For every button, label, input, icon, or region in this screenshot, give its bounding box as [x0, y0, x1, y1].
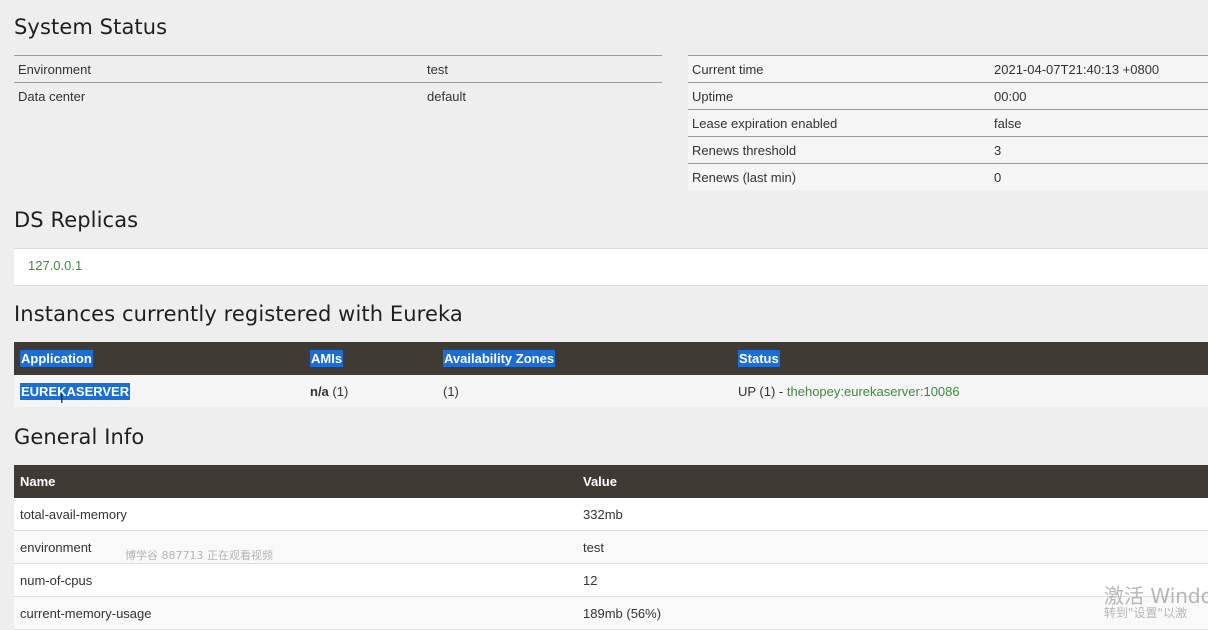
instances-table: Application AMIs Availability Zones Stat…: [14, 342, 1208, 407]
column-header-name: Name: [14, 465, 577, 498]
renews-threshold-value: 3: [990, 136, 1208, 164]
data-center-value: default: [427, 88, 467, 104]
uptime-value: 00:00: [990, 82, 1208, 110]
info-value: test: [577, 530, 1208, 564]
table-row: Uptime 00:00: [688, 82, 1208, 110]
system-status-right-table: Current time 2021-04-07T21:40:13 +0800 U…: [688, 55, 1208, 190]
column-header-amis: AMIs: [304, 342, 437, 375]
table-row: Environment test: [14, 55, 662, 83]
lease-expiration-label: Lease expiration enabled: [688, 109, 990, 137]
table-row: Renews threshold 3: [688, 136, 1208, 164]
column-header-availability-zones: Availability Zones: [437, 342, 732, 375]
table-row: current-memory-usage 189mb (56%): [14, 596, 1208, 630]
system-status-heading: System Status: [14, 15, 168, 39]
system-status-left-table: Environment test Data center default: [14, 55, 662, 109]
amis-cell: n/a (1): [304, 375, 437, 407]
info-name: num-of-cpus: [14, 563, 577, 597]
table-row: EUREKASERVER n/a (1) (1) UP (1) - thehop…: [14, 375, 1208, 407]
windows-activation-subtitle: 转到"设置"以激: [1104, 606, 1188, 620]
environment-value: test: [423, 55, 662, 83]
uptime-label: Uptime: [688, 82, 990, 110]
renews-last-min-value: 0: [994, 169, 1002, 185]
column-header-status: Status: [732, 342, 1208, 375]
status-cell: UP (1) - thehopey:eurekaserver:10086: [732, 375, 1208, 407]
current-time-value: 2021-04-07T21:40:13 +0800: [990, 55, 1208, 83]
column-header-value: Value: [577, 465, 1208, 498]
renews-last-min-label: Renews (last min): [692, 169, 797, 185]
table-header-row: Name Value: [14, 465, 1208, 498]
table-row: num-of-cpus 12: [14, 563, 1208, 597]
renews-threshold-label: Renews threshold: [688, 136, 990, 164]
environment-label: Environment: [14, 55, 423, 83]
table-row: Current time 2021-04-07T21:40:13 +0800: [688, 55, 1208, 83]
viewer-watermark: 博学谷 887713 正在观看视频: [125, 549, 273, 562]
zones-cell: (1): [437, 375, 732, 407]
replicas-list: 127.0.0.1: [14, 248, 1208, 286]
replica-link[interactable]: 127.0.0.1: [28, 258, 82, 273]
table-row: Renews (last min) 0: [688, 164, 1208, 191]
info-name: current-memory-usage: [14, 596, 577, 630]
lease-expiration-value: false: [990, 109, 1208, 137]
info-name: total-avail-memory: [14, 498, 577, 531]
instances-heading: Instances currently registered with Eure…: [14, 302, 463, 326]
table-header-row: Application AMIs Availability Zones Stat…: [14, 342, 1208, 375]
data-center-label: Data center: [18, 88, 86, 104]
text-cursor-icon: I: [60, 391, 64, 406]
info-name: environment: [14, 530, 577, 564]
general-info-heading: General Info: [14, 425, 145, 449]
table-row: Data center default: [14, 83, 662, 110]
status-text: UP (1) -: [738, 383, 787, 399]
application-cell: EUREKASERVER: [14, 375, 304, 407]
ds-replicas-heading: DS Replicas: [14, 208, 139, 232]
column-header-application: Application: [14, 342, 304, 375]
current-time-label: Current time: [688, 55, 990, 83]
instance-link[interactable]: thehopey:eurekaserver:10086: [787, 384, 960, 399]
table-row: Lease expiration enabled false: [688, 109, 1208, 137]
application-name[interactable]: EUREKASERVER: [20, 382, 131, 400]
info-value: 332mb: [577, 498, 1208, 531]
table-row: total-avail-memory 332mb: [14, 498, 1208, 531]
